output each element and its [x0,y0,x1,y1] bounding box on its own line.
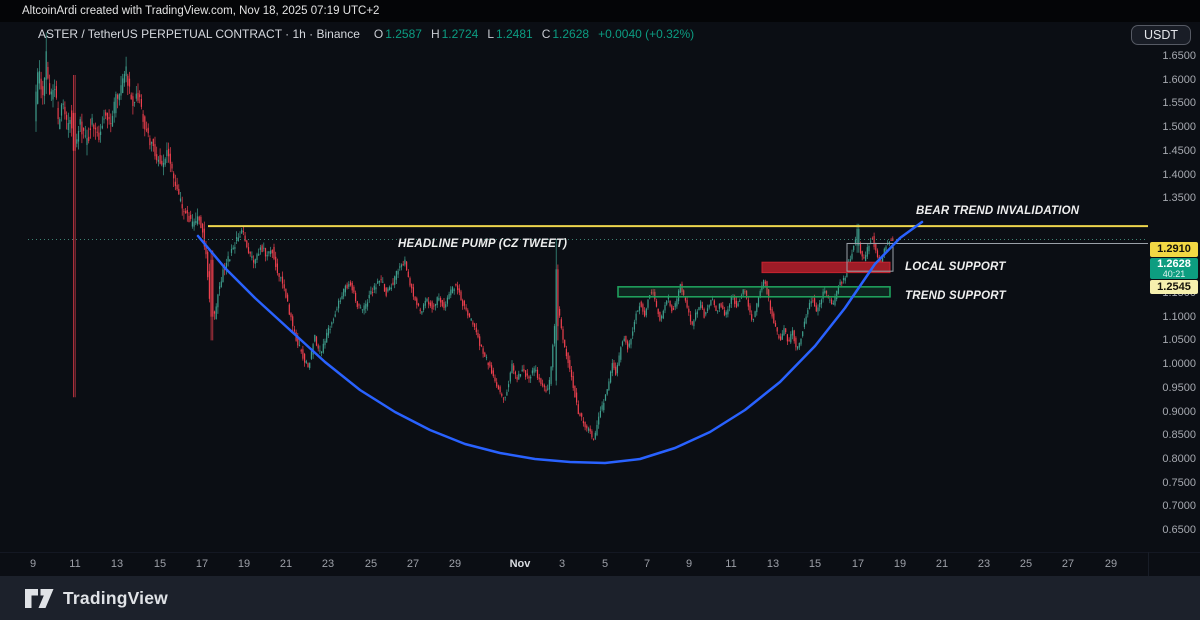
time-tick: 27 [406,558,420,570]
trend-curve [196,220,924,465]
time-tick: 19 [237,558,251,570]
low-value: 1.2481 [496,27,533,41]
time-tick-month: Nov [509,558,531,570]
tradingview-logo-icon[interactable] [24,588,54,609]
symbol-legend[interactable]: ASTER / TetherUS PERPETUAL CONTRACT · 1h… [38,26,694,42]
price-tick: 0.8000 [1162,452,1196,465]
time-tick: 13 [766,558,780,570]
time-tick: 27 [1061,558,1075,570]
time-tick: 25 [364,558,378,570]
time-tick: 7 [643,558,651,570]
trend-support-zone [617,286,891,298]
price-tick: 1.1000 [1162,310,1196,323]
time-tick: 17 [195,558,209,570]
symbol-title[interactable]: ASTER / TetherUS PERPETUAL CONTRACT · 1h… [38,27,360,41]
attribution-bar: AltcoinArdi created with TradingView.com… [0,0,1200,22]
tradingview-chart-page: AltcoinArdi created with TradingView.com… [0,0,1200,620]
tradingview-brand-name[interactable]: TradingView [63,588,168,609]
time-tick: 15 [808,558,822,570]
price-tick: 1.4000 [1162,168,1196,181]
annotation-trend-support[interactable]: TREND SUPPORT [905,290,1006,302]
time-tick: 29 [448,558,462,570]
price-label-invalidation: 1.2910 [1150,242,1198,257]
time-axis[interactable]: 9 11 13 15 17 19 21 23 25 27 29 Nov 3 5 7 9 11 13 15 17 19 21… [0,552,1200,576]
current-price-value: 1.2628 [1157,257,1191,270]
price-tick: 0.6500 [1162,524,1196,536]
price-tick: 1.0000 [1162,358,1196,371]
time-tick: 5 [601,558,609,570]
time-tick: 9 [29,558,37,570]
time-tick: 17 [851,558,865,570]
price-tick: 0.9000 [1162,405,1196,418]
time-tick: 23 [321,558,335,570]
price-tick: 0.7000 [1162,500,1196,513]
currency-toggle-label: USDT [1143,28,1178,42]
close-value: 1.2628 [552,27,590,41]
high-label: H [430,27,440,41]
time-tick: 21 [279,558,293,570]
open-value: 1.2587 [385,27,422,41]
high-value: 1.2724 [441,27,479,41]
price-tick: 1.5500 [1162,97,1196,110]
price-tick: 1.6500 [1162,50,1196,62]
annotation-headline-pump[interactable]: HEADLINE PUMP (CZ TWEET) [398,238,567,250]
currency-toggle-button[interactable]: USDT [1130,25,1191,45]
open-label: O [373,27,384,41]
time-tick: 21 [935,558,949,570]
footer-brand-bar: TradingView [0,576,1200,620]
time-tick: 13 [110,558,124,570]
price-label-current: 1.2628 40:21 [1150,258,1198,279]
annotation-local-support[interactable]: LOCAL SUPPORT [905,261,1006,273]
price-tick: 1.6000 [1162,73,1196,86]
time-tick: 19 [893,558,907,570]
annotation-bear-trend-invalidation[interactable]: BEAR TREND INVALIDATION [916,205,1079,217]
close-label: C [541,27,551,41]
change-value: +0.0040 (+0.32%) [598,27,695,41]
ohlc-values: O 1.2587 H 1.2724 L 1.2481 C 1.2628 +0.0040 … [374,27,694,41]
price-tick: 0.8500 [1162,429,1196,442]
price-tick: 1.5000 [1162,121,1196,134]
price-tick: 1.0500 [1162,334,1196,347]
price-axis[interactable]: 1.2910 1.2628 40:21 1.2545 1.6500 1.6000 1… [1148,22,1200,552]
price-tick: 1.4500 [1162,144,1196,157]
low-label: L [487,27,494,41]
time-tick: 23 [977,558,991,570]
time-tick: 15 [153,558,167,570]
time-tick: 3 [558,558,566,570]
bar-countdown: 40:21 [1162,268,1186,279]
price-tick: 1.3500 [1162,192,1196,205]
price-tick: 0.7500 [1162,476,1196,489]
time-tick: 25 [1019,558,1033,570]
candlestick-chart-canvas[interactable] [0,0,1200,576]
time-tick: 11 [69,558,81,570]
time-tick: 9 [685,558,693,570]
time-tick: 11 [725,558,737,570]
time-tick: 29 [1104,558,1118,570]
attribution-text: AltcoinArdi created with TradingView.com… [22,5,380,17]
price-tick: 0.9500 [1162,381,1196,394]
price-label-support: 1.2545 [1150,280,1198,294]
